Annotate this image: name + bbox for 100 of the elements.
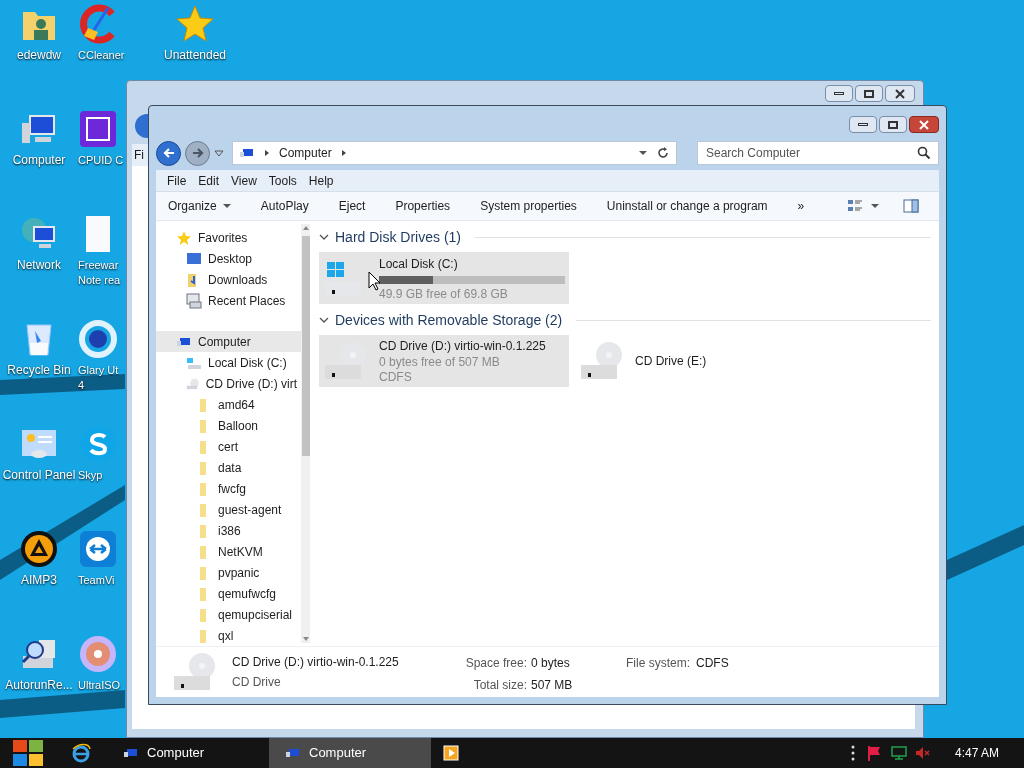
details-subtitle: CD Drive bbox=[232, 674, 282, 691]
drive-info: 0 bytes free of 507 MB bbox=[379, 355, 501, 370]
tree-item[interactable]: guest-agent bbox=[156, 499, 301, 520]
menu-item[interactable]: Edit bbox=[193, 171, 225, 190]
search-field[interactable]: Search Computer bbox=[697, 141, 939, 165]
maximize-button[interactable] bbox=[879, 116, 907, 133]
tree-item[interactable]: Recent Places bbox=[156, 290, 301, 311]
field-value: 507 MB bbox=[531, 677, 574, 694]
maximize-button[interactable] bbox=[855, 85, 883, 102]
chevron-icon bbox=[263, 149, 271, 157]
tree-item[interactable]: NetKVM bbox=[156, 541, 301, 562]
clock[interactable]: 4:47 AM bbox=[954, 744, 999, 762]
network-monitor-icon[interactable] bbox=[890, 745, 907, 761]
menu-item[interactable]: View bbox=[226, 171, 262, 190]
toolbar-button[interactable]: Uninstall or change a program bbox=[606, 197, 768, 215]
tree-item[interactable]: qemufwcfg bbox=[156, 583, 301, 604]
toolbar-button[interactable]: Eject bbox=[338, 197, 366, 215]
menu-item[interactable]: Fi bbox=[134, 148, 144, 162]
arrows-app-icon bbox=[78, 529, 118, 569]
menu-item[interactable]: File bbox=[162, 171, 192, 190]
show-hidden-icons-icon[interactable] bbox=[850, 745, 855, 761]
minimize-button[interactable] bbox=[825, 85, 853, 102]
tree-item[interactable]: qxl bbox=[156, 625, 301, 646]
scrollbar[interactable] bbox=[301, 224, 310, 643]
ring-icon bbox=[78, 319, 118, 359]
browser-e-icon bbox=[71, 743, 91, 763]
media-player-icon bbox=[443, 745, 459, 761]
toolbar-button[interactable]: System properties bbox=[480, 197, 577, 215]
close-button[interactable] bbox=[885, 85, 915, 102]
field-value: CDFS bbox=[696, 655, 729, 672]
right-arrow-icon bbox=[190, 146, 205, 160]
breadcrumb[interactable]: Computer bbox=[279, 144, 332, 162]
scroll-thumb[interactable] bbox=[301, 236, 310, 456]
field-value: 0 bytes bbox=[531, 655, 571, 672]
tree-item[interactable]: amd64 bbox=[156, 394, 301, 415]
preview-pane-icon[interactable] bbox=[903, 198, 919, 214]
tree-item[interactable]: data bbox=[156, 457, 301, 478]
view-options-icon[interactable] bbox=[847, 198, 863, 214]
speaker-muted-icon[interactable] bbox=[914, 745, 931, 761]
drive-info: 49.9 GB free of 69.8 GB bbox=[379, 286, 509, 302]
tree-item[interactable]: qemupciserial bbox=[156, 604, 301, 625]
toolbar-button[interactable]: AutoPlay bbox=[260, 197, 309, 215]
drive-tile[interactable]: Local Disk (C:) 49.9 GB free of 69.8 GB bbox=[319, 252, 569, 304]
address-bar[interactable]: Computer bbox=[232, 141, 677, 165]
search-icon bbox=[917, 146, 931, 160]
drive-info: CDFS bbox=[379, 370, 413, 385]
tree-item[interactable]: Balloon bbox=[156, 415, 301, 436]
close-icon bbox=[894, 87, 906, 100]
tree-item[interactable]: pvpanic bbox=[156, 562, 301, 583]
back-button[interactable] bbox=[156, 140, 181, 166]
s-app-icon bbox=[78, 424, 118, 464]
cursor-icon bbox=[368, 271, 381, 291]
drive-tile[interactable]: CD Drive (D:) virtio-win-0.1.225 0 bytes free of 507 MB CDFS bbox=[319, 335, 569, 387]
tree-item[interactable]: Downloads bbox=[156, 269, 301, 290]
toolbar-button[interactable]: » bbox=[797, 197, 805, 215]
refresh-icon[interactable] bbox=[656, 146, 670, 160]
scroll-down-icon[interactable] bbox=[301, 635, 310, 643]
tree-item[interactable]: Desktop bbox=[156, 248, 301, 269]
tree-item[interactable]: Computer bbox=[156, 331, 301, 352]
field-label: Space free: bbox=[464, 655, 527, 672]
dropdown-icon bbox=[222, 202, 231, 210]
details-title: CD Drive (D:) virtio-win-0.1.225 bbox=[232, 654, 400, 671]
drive-name: CD Drive (D:) virtio-win-0.1.225 bbox=[379, 338, 547, 355]
scroll-up-icon[interactable] bbox=[301, 224, 310, 232]
dropdown-icon[interactable] bbox=[638, 148, 648, 158]
tree-item[interactable]: i386 bbox=[156, 520, 301, 541]
desktop-icon-label[interactable]: Glary Ut 4 bbox=[78, 363, 119, 393]
left-arrow-icon bbox=[161, 146, 176, 160]
minimize-button[interactable] bbox=[849, 116, 877, 133]
drive-name: CD Drive (E:) bbox=[635, 353, 708, 370]
tree-item[interactable]: CD Drive (D:) virt bbox=[156, 373, 301, 394]
drive-name: Local Disk (C:) bbox=[379, 255, 459, 273]
collapse-icon[interactable] bbox=[319, 315, 329, 325]
forward-button[interactable] bbox=[185, 140, 210, 166]
tree-item[interactable]: Local Disk (C:) bbox=[156, 352, 301, 373]
triangle-app-icon bbox=[19, 529, 59, 569]
field-label: File system: bbox=[626, 655, 690, 672]
toolbar-button[interactable]: Organize bbox=[168, 197, 231, 215]
dropdown-icon[interactable] bbox=[214, 148, 224, 158]
tree-item[interactable]: cert bbox=[156, 436, 301, 457]
menu-item[interactable]: Help bbox=[303, 171, 339, 190]
group-header[interactable]: Hard Disk Drives (1) bbox=[335, 226, 461, 248]
toolbar-button[interactable]: Properties bbox=[395, 197, 451, 215]
star-icon bbox=[175, 4, 215, 44]
menu-item[interactable]: Tools bbox=[263, 171, 302, 190]
recent-places-icon bbox=[186, 292, 202, 309]
close-button[interactable] bbox=[909, 116, 939, 133]
disc-icon bbox=[78, 634, 118, 674]
tree-item[interactable]: fwcfg bbox=[156, 478, 301, 499]
group-header[interactable]: Devices with Removable Storage (2) bbox=[335, 309, 563, 331]
close-icon bbox=[918, 118, 930, 131]
collapse-icon[interactable] bbox=[319, 232, 329, 242]
field-label: Total size: bbox=[472, 677, 527, 694]
tree-item[interactable]: Favorites bbox=[156, 227, 301, 248]
dropdown-icon[interactable] bbox=[871, 202, 879, 210]
flag-icon[interactable] bbox=[866, 745, 883, 761]
back-button[interactable] bbox=[135, 114, 148, 138]
taskbar-task[interactable]: Computer bbox=[269, 738, 431, 768]
chip-icon bbox=[78, 109, 118, 149]
drive-tile[interactable]: CD Drive (E:) bbox=[575, 335, 825, 387]
